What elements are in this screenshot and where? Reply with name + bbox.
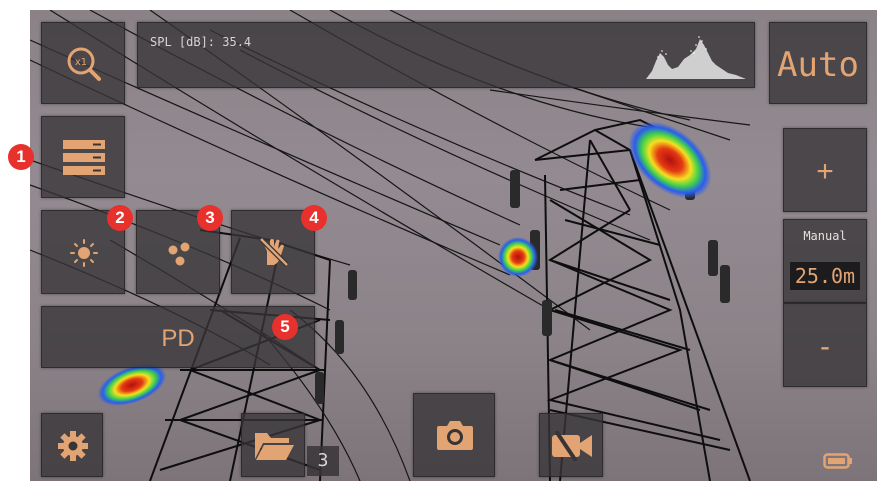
dots-icon bbox=[168, 242, 190, 266]
settings-button[interactable] bbox=[41, 413, 103, 477]
gallery-button[interactable] bbox=[241, 413, 305, 477]
spl-readout-panel: SPL [dB]: 35.4 bbox=[137, 22, 755, 88]
hand-off-icon bbox=[259, 237, 289, 267]
gallery-count: 3 bbox=[307, 446, 339, 476]
zoom-x1-icon: x1 bbox=[67, 47, 101, 81]
menu-button[interactable] bbox=[41, 116, 125, 198]
battery-icon bbox=[823, 453, 852, 469]
camera-view: x1 SPL [dB]: 35.4 Auto PD + Manual 25.0m… bbox=[30, 10, 877, 481]
annotation-badge-3: 3 bbox=[197, 205, 223, 231]
annotation-badge-5: 5 bbox=[272, 314, 298, 340]
spectrum-graph-icon bbox=[646, 36, 746, 79]
svg-text:x1: x1 bbox=[75, 57, 87, 68]
range-panel: Manual 25.0m bbox=[783, 219, 867, 303]
camera-button[interactable] bbox=[413, 393, 495, 477]
range-value: 25.0m bbox=[790, 262, 860, 290]
video-off-icon bbox=[552, 431, 592, 461]
range-decrease-label: - bbox=[820, 330, 830, 363]
zoom-button[interactable]: x1 bbox=[41, 22, 125, 104]
menu-list-icon bbox=[63, 140, 105, 175]
annotation-badge-1: 1 bbox=[8, 144, 34, 170]
auto-mode-button[interactable]: Auto bbox=[769, 22, 867, 104]
annotation-badge-4: 4 bbox=[301, 205, 327, 231]
annotation-badge-2: 2 bbox=[107, 205, 133, 231]
range-increase-label: + bbox=[816, 155, 834, 188]
gear-icon bbox=[58, 431, 88, 461]
range-increase-button[interactable]: + bbox=[783, 128, 867, 212]
heat-spot-small bbox=[498, 237, 538, 277]
range-decrease-button[interactable]: - bbox=[783, 303, 867, 387]
video-button[interactable] bbox=[539, 413, 603, 477]
range-mode-label: Manual bbox=[803, 229, 847, 243]
folder-icon bbox=[255, 433, 294, 460]
auto-mode-label: Auto bbox=[777, 45, 859, 85]
pd-button[interactable]: PD bbox=[41, 306, 315, 368]
brightness-icon bbox=[70, 239, 98, 267]
camera-icon bbox=[437, 421, 473, 450]
spl-value: SPL [dB]: 35.4 bbox=[150, 35, 252, 49]
